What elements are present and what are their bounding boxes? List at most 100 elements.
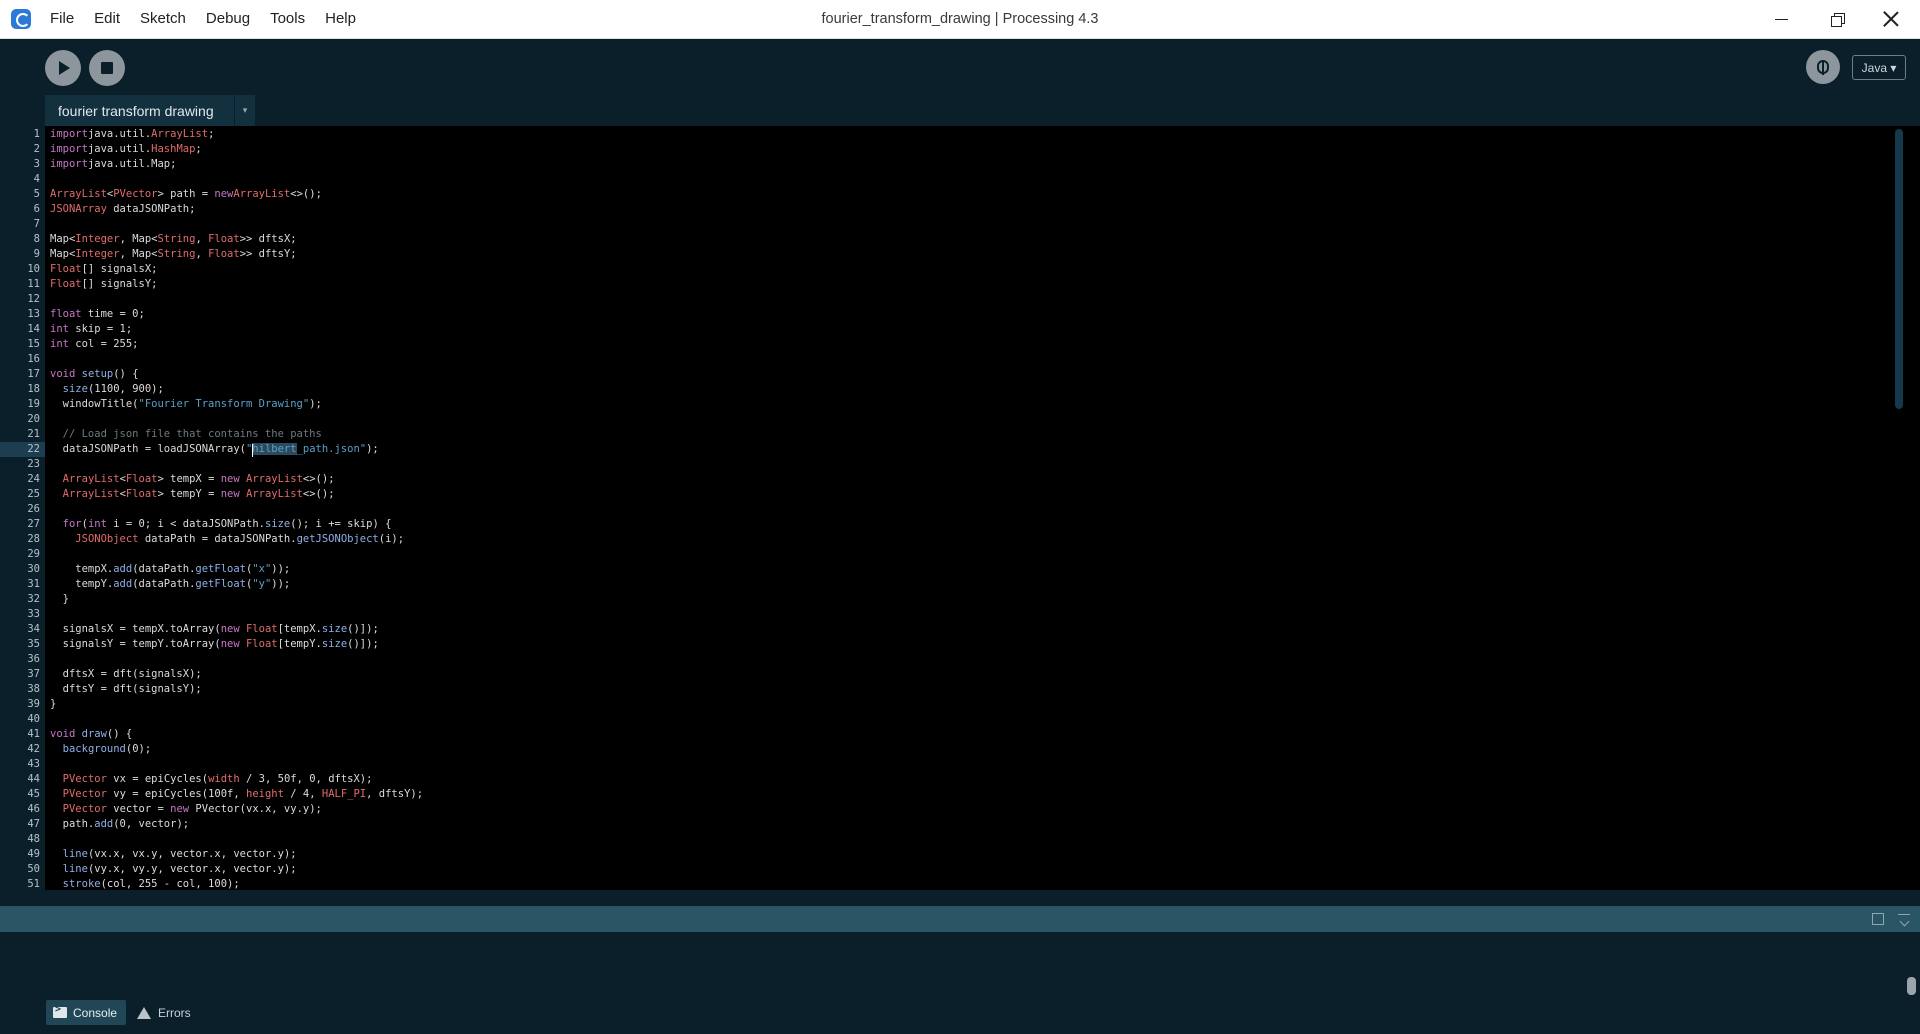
code-token: stroke [62,878,101,890]
code-line[interactable]: Float[] signalsX; [50,262,157,277]
stop-button[interactable] [89,50,125,86]
code-line[interactable]: dftsY = dft(signalsY); [50,682,202,697]
code-line[interactable]: // Load json file that contains the path… [50,427,322,442]
code-token: Float [208,248,240,260]
code-line[interactable]: signalsX = tempX.toArray(new Float[tempX… [50,622,379,637]
code-token: (0); [125,743,152,755]
code-token: dataPath = dataJSONPath. [138,533,297,545]
menu-edit[interactable]: Edit [84,0,130,38]
line-number: 1 [33,128,40,140]
code-token: ArrayList [239,473,303,485]
menu-tools[interactable]: Tools [260,0,315,38]
line-number-gutter: 1 2 3 4 5 6 7 8 9 10 11 12 13 14 15 16 17 18 19 20 21 22 23 24 2… [0,126,45,890]
code-token: "y" [252,578,272,590]
console-scrollbar-thumb[interactable] [1907,977,1916,995]
code-token: getFloat [195,578,246,590]
menu-file[interactable]: File [40,0,84,38]
code-line[interactable]: ArrayList<Float> tempY = new ArrayList<>… [50,487,335,502]
code-line[interactable]: windowTitle("Fourier Transform Drawing")… [50,397,322,412]
code-line[interactable]: } [50,697,56,712]
line-number: 39 [27,698,40,710]
restore-button[interactable] [1814,0,1860,38]
code-line[interactable]: int skip = 1; [50,322,132,337]
code-token: "x" [252,563,272,575]
code-line[interactable]: PVector vector = new PVector(vx.x, vy.y)… [50,802,322,817]
code-token: (col, 255 - col, 100); [100,878,240,890]
code-line[interactable]: line(vy.x, vy.y, vector.x, vector.y); [50,862,297,877]
tab-fourier-transform-drawing[interactable]: fourier transform drawing ▾ [45,95,255,126]
code-line[interactable]: } [50,592,69,607]
copy-icon[interactable] [1872,913,1884,925]
console-output[interactable] [0,932,1920,996]
debugger-toggle-button[interactable] [1806,50,1840,84]
menu-debug[interactable]: Debug [196,0,260,38]
tab-menu-button[interactable]: ▾ [234,95,255,126]
code-line[interactable]: dftsX = dft(signalsX); [50,667,202,682]
code-token: int [87,518,107,530]
minimize-button[interactable] [1758,0,1804,38]
code-token: line [62,863,88,875]
code-line[interactable]: ArrayList<PVector> path = newArrayList<>… [50,187,322,202]
code-line[interactable]: void setup() { [50,367,139,382]
code-line[interactable]: background(0); [50,742,152,757]
code-line[interactable]: stroke(col, 255 - col, 100); [50,877,240,890]
console-tab[interactable]: Console [46,1000,126,1025]
code-token: JSONObject [75,533,139,545]
code-line[interactable]: path.add(0, vector); [50,817,189,832]
line-number: 27 [27,518,40,530]
code-token: Float [50,278,82,290]
close-button[interactable] [1868,0,1914,38]
code-line[interactable]: size(1100, 900); [50,382,164,397]
code-token: (dataPath. [132,578,196,590]
code-line[interactable]: tempY.add(dataPath.getFloat("y")); [50,577,290,592]
code-line[interactable]: Map<Integer, Map<String, Float>> dftsX; [50,232,297,247]
code-line[interactable]: JSONObject dataPath = dataJSONPath.getJS… [50,532,404,547]
code-line[interactable]: line(vx.x, vx.y, vector.x, vector.y); [50,847,297,862]
code-line[interactable]: Map<Integer, Map<String, Float>> dftsY; [50,247,297,262]
code-token: size [264,518,291,530]
code-line[interactable]: tempX.add(dataPath.getFloat("x")); [50,562,290,577]
line-number: 48 [27,833,40,845]
code-line[interactable]: Float[] signalsY; [50,277,157,292]
code-token: , [195,248,209,260]
code-line[interactable]: void draw() { [50,727,132,742]
code-line[interactable]: JSONArray dataJSONPath; [50,202,195,217]
menu-help[interactable]: Help [315,0,366,38]
code-token: int [50,323,69,335]
code-line[interactable]: int col = 255; [50,337,139,352]
menu-sketch[interactable]: Sketch [130,0,196,38]
code-token: new [214,188,234,200]
clear-console-icon[interactable] [1898,913,1910,925]
code-line[interactable]: signalsY = tempY.toArray(new Float[tempY… [50,637,379,652]
code-token: PVector(vx.x, vy.y); [189,803,322,815]
debug-icon [1817,60,1829,75]
code-line[interactable]: dataJSONPath = loadJSONArray("hilbert_pa… [50,442,379,457]
editor-scrollbar-thumb[interactable] [1895,129,1903,409]
line-number: 11 [27,278,40,290]
code-area[interactable]: importjava.util.ArrayList; importjava.uti… [45,126,1893,890]
errors-tab[interactable]: Errors [137,1000,191,1025]
code-line[interactable]: PVector vx = epiCycles(width / 3, 50f, 0… [50,772,373,787]
run-button[interactable] [45,50,81,86]
code-token: new [220,623,240,635]
code-line[interactable]: for(int i = 0; i < dataJSONPath.size(); … [50,517,392,532]
mode-selector[interactable]: Java ▾ [1852,55,1906,80]
code-line[interactable]: PVector vy = epiCycles(100f, height / 4,… [50,787,423,802]
code-line[interactable]: importjava.util.HashMap; [50,142,202,157]
code-token: (vx.x, vx.y, vector.x, vector.y); [87,848,297,860]
code-line[interactable]: float time = 0; [50,307,145,322]
code-line[interactable]: importjava.util.ArrayList; [50,127,214,142]
code-editor[interactable]: 1 2 3 4 5 6 7 8 9 10 11 12 13 14 15 16 17 18 19 20 21 22 23 24 2… [0,126,1920,890]
code-token: draw [75,728,107,740]
code-line[interactable]: ArrayList<Float> tempX = new ArrayList<>… [50,472,335,487]
code-token: HashMap [151,143,196,155]
console-splitter[interactable] [0,890,1920,906]
code-token: width [208,773,240,785]
code-token: _path.json" [296,443,367,455]
code-line[interactable]: importjava.util.Map; [50,157,176,172]
